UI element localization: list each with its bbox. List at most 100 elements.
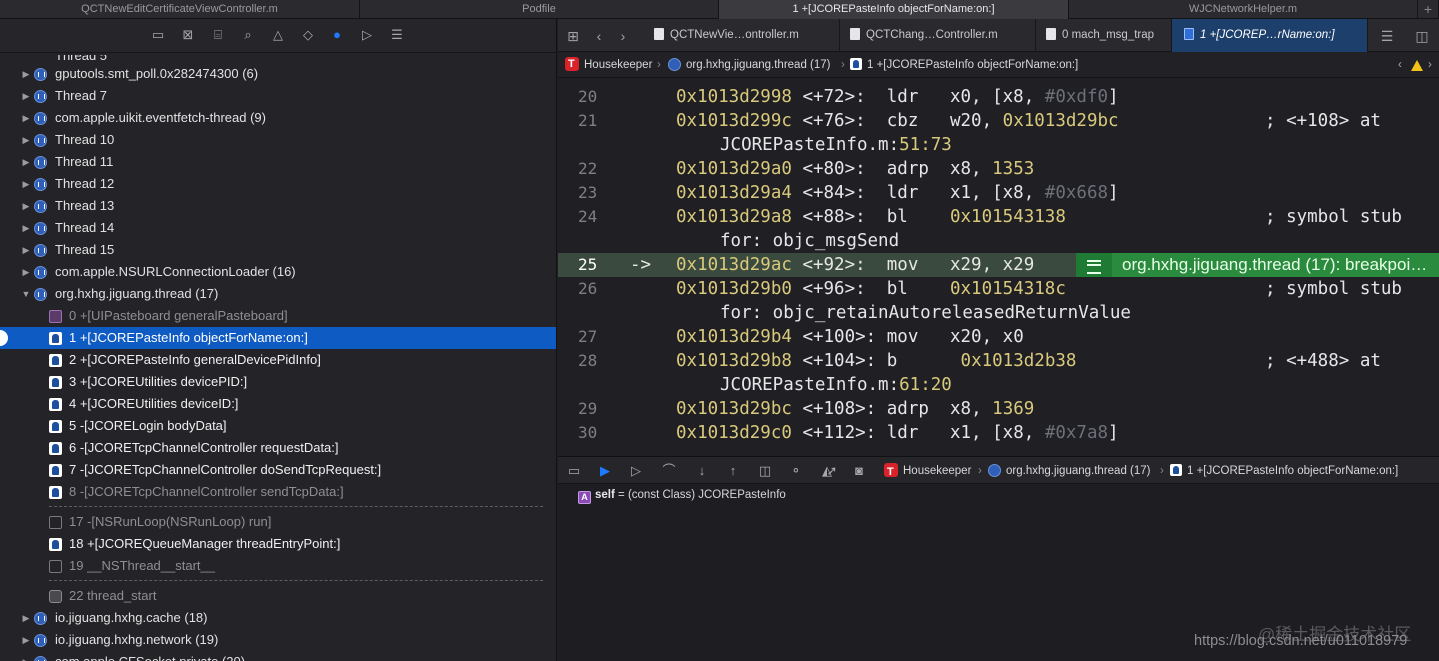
editor-tab[interactable]: QCTNewVie…ontroller.m xyxy=(644,19,840,52)
disclosure-triangle-icon[interactable]: ▶ xyxy=(21,195,31,217)
chevron-left-icon[interactable]: ‹ xyxy=(1398,53,1402,78)
forward-arrow-icon[interactable]: › xyxy=(614,28,632,44)
instruction-address: 0x1013d2998 xyxy=(676,87,792,107)
stack-frame[interactable]: 0 +[UIPasteboard generalPasteboard] xyxy=(0,305,556,327)
debug-bar-thread[interactable]: org.hxhg.jiguang.thread (17) xyxy=(988,457,1151,485)
window-tab-1[interactable]: Podfile xyxy=(360,0,719,19)
jump-bar-frame[interactable]: 1 +[JCOREPasteInfo objectForName:on:] xyxy=(850,53,1078,78)
warning-icon[interactable] xyxy=(1411,60,1423,71)
thread-row[interactable]: ▶ Thread 10 xyxy=(0,129,556,151)
breakpoints-toggle-icon[interactable]: ▶ xyxy=(597,463,613,479)
thread-row[interactable]: ▶ Thread 13 xyxy=(0,195,556,217)
thread-row[interactable]: ▶ Thread 15 xyxy=(0,239,556,261)
stack-frame[interactable]: 8 -[JCORETcpChannelController sendTcpDat… xyxy=(0,481,556,503)
stack-frame[interactable]: 6 -[JCORETcpChannelController requestDat… xyxy=(0,437,556,459)
branch-target: 0x101543138 xyxy=(949,207,1066,227)
breakpoint-menu-icon[interactable] xyxy=(1076,253,1112,277)
stack-frame[interactable]: 3 +[JCOREUtilities devicePID:] xyxy=(0,371,556,393)
debug-bar: ▭ ▶ ▷ ⌒ ↓ ↑ ◫ ⚬ ◭ ➚ ◙ Housekeeper › org.… xyxy=(558,456,1439,486)
report-icon[interactable]: ☰ xyxy=(389,27,405,43)
thread-label: Thread 11 xyxy=(55,154,114,169)
editor-tab[interactable]: 0 mach_msg_trap xyxy=(1036,19,1172,52)
disclosure-triangle-icon[interactable]: ▶ xyxy=(21,85,31,107)
stack-frame[interactable]: 5 -[JCORELogin bodyData] xyxy=(0,415,556,437)
disassembly-view[interactable]: 20 0x1013d2998 <+72>: ldr x0, [x8, #0xdf0… xyxy=(558,79,1439,456)
back-arrow-icon[interactable]: ‹ xyxy=(590,28,608,44)
disclosure-triangle-icon[interactable]: ▶ xyxy=(21,629,31,651)
thread-row[interactable]: ▶ io.jiguang.hxhg.cache (18) xyxy=(0,607,556,629)
disclosure-triangle-icon[interactable]: ▶ xyxy=(21,217,31,239)
stack-frame[interactable]: 7 -[JCORETcpChannelController doSendTcpR… xyxy=(0,459,556,481)
step-into-icon[interactable]: ↓ xyxy=(694,463,710,479)
disclosure-triangle-icon[interactable]: ▼ xyxy=(21,283,31,305)
folder-icon[interactable]: ▭ xyxy=(150,27,166,43)
jump-bar-thread[interactable]: org.hxhg.jiguang.thread (17) xyxy=(668,53,831,78)
stack-frame-selected[interactable]: 1 +[JCOREPasteInfo objectForName:on:] xyxy=(0,327,556,349)
frame-label: 19 __NSThread__start__ xyxy=(69,558,215,573)
stack-frame[interactable]: 17 -[NSRunLoop(NSRunLoop) run] xyxy=(0,511,556,533)
editor-menu-icon[interactable]: ☰ xyxy=(1378,28,1396,44)
stack-frame[interactable]: 19 __NSThread__start__ xyxy=(0,555,556,577)
line-number: 20 xyxy=(578,87,598,106)
editor-tab-active[interactable]: 1 +[JCOREP…rName:on:] xyxy=(1172,19,1368,52)
source-control-icon[interactable]: ⊠ xyxy=(180,27,196,43)
step-over-icon[interactable]: ⌒ xyxy=(661,463,677,479)
disclosure-triangle-icon[interactable]: ▶ xyxy=(21,173,31,195)
thread-row[interactable]: ▶ io.jiguang.hxhg.network (19) xyxy=(0,629,556,651)
navigator-toolbar: ▭ ⊠ ⌸ ⌕ △ ◇ ● ▷ ☰ xyxy=(0,19,556,53)
thread-label: Thread 12 xyxy=(55,176,115,191)
jump-bar-frame-label: 1 +[JCOREPasteInfo objectForName:on:] xyxy=(867,59,1079,71)
window-tab-3[interactable]: WJCNetworkHelper.m xyxy=(1069,0,1418,19)
stack-frame[interactable]: 4 +[JCOREUtilities deviceID:] xyxy=(0,393,556,415)
comment: ; <+108> at xyxy=(1265,111,1381,131)
jump-bar-app[interactable]: Housekeeper xyxy=(565,52,652,78)
editor-tab[interactable]: QCTChang…Controller.m xyxy=(840,19,1036,52)
variable-row[interactable]: Aself = (const Class) JCOREPasteInfo xyxy=(578,487,786,504)
location-icon[interactable]: ➚ xyxy=(824,463,840,479)
debug-bar-frame[interactable]: 1 +[JCOREPasteInfo objectForName:on:] xyxy=(1170,457,1398,485)
disclosure-triangle-icon[interactable]: ▶ xyxy=(21,107,31,129)
step-out-icon[interactable]: ↑ xyxy=(725,463,741,479)
thread-row[interactable]: ▶ Thread 12 xyxy=(0,173,556,195)
chevron-right-icon[interactable]: › xyxy=(1428,53,1432,78)
thread-row[interactable]: ▶ gputools.smt_poll.0x282474300 (6) xyxy=(0,63,556,85)
view-hierarchy-icon[interactable]: ◫ xyxy=(757,463,773,479)
thread-row[interactable]: ▶ com.apple.uikit.eventfetch-thread (9) xyxy=(0,107,556,129)
disclosure-triangle-icon[interactable]: ▶ xyxy=(21,607,31,629)
thread-row[interactable]: Thread 5 xyxy=(0,55,556,63)
grid-icon[interactable]: ⊞ xyxy=(564,28,582,44)
thread-row[interactable]: ▶ com.apple.CFSocket.private (20) xyxy=(0,651,556,661)
hide-debug-area-icon[interactable]: ▭ xyxy=(566,463,582,479)
disclosure-triangle-icon[interactable]: ▶ xyxy=(21,239,31,261)
debug-bar-app[interactable]: Housekeeper xyxy=(884,457,971,486)
test-icon[interactable]: ◇ xyxy=(300,27,316,43)
disclosure-triangle-icon[interactable]: ▶ xyxy=(21,129,31,151)
continue-icon[interactable]: ▷ xyxy=(628,463,644,479)
thread-row-expanded[interactable]: ▼ org.hxhg.jiguang.thread (17) xyxy=(0,283,556,305)
hierarchy-icon[interactable]: ⌸ xyxy=(210,27,226,43)
split-editor-icon[interactable]: ◫ xyxy=(1413,28,1431,44)
stack-frame[interactable]: 2 +[JCOREPasteInfo generalDevicePidInfo] xyxy=(0,349,556,371)
breakpoint-icon[interactable]: ▷ xyxy=(359,27,375,43)
thread-row[interactable]: ▶ com.apple.NSURLConnectionLoader (16) xyxy=(0,261,556,283)
add-tab-button[interactable]: + xyxy=(1418,0,1439,19)
camera-icon[interactable]: ◙ xyxy=(851,463,867,479)
window-tab-0[interactable]: QCTNewEditCertificateViewController.m xyxy=(0,0,360,19)
thread-row[interactable]: ▶ Thread 14 xyxy=(0,217,556,239)
instruction-offset: <+88>: xyxy=(802,207,866,227)
thread-row[interactable]: ▶ Thread 7 xyxy=(0,85,556,107)
thread-label: Thread 5 xyxy=(55,55,108,63)
disclosure-triangle-icon[interactable]: ▶ xyxy=(21,63,31,85)
debug-icon[interactable]: ● xyxy=(329,27,345,43)
window-tab-2[interactable]: 1 +[JCOREPasteInfo objectForName:on:] xyxy=(719,0,1069,19)
search-icon[interactable]: ⌕ xyxy=(240,27,256,43)
disclosure-triangle-icon[interactable]: ▶ xyxy=(21,651,31,661)
breakpoint-banner[interactable]: org.hxhg.jiguang.thread (17): breakpoi… xyxy=(1076,253,1439,277)
disclosure-triangle-icon[interactable]: ▶ xyxy=(21,151,31,173)
stack-frame[interactable]: 22 thread_start xyxy=(0,585,556,607)
disclosure-triangle-icon[interactable]: ▶ xyxy=(21,261,31,283)
thread-row[interactable]: ▶ Thread 11 xyxy=(0,151,556,173)
warning-icon[interactable]: △ xyxy=(270,27,286,43)
stack-frame[interactable]: 18 +[JCOREQueueManager threadEntryPoint:… xyxy=(0,533,556,555)
memory-graph-icon[interactable]: ⚬ xyxy=(788,463,804,479)
